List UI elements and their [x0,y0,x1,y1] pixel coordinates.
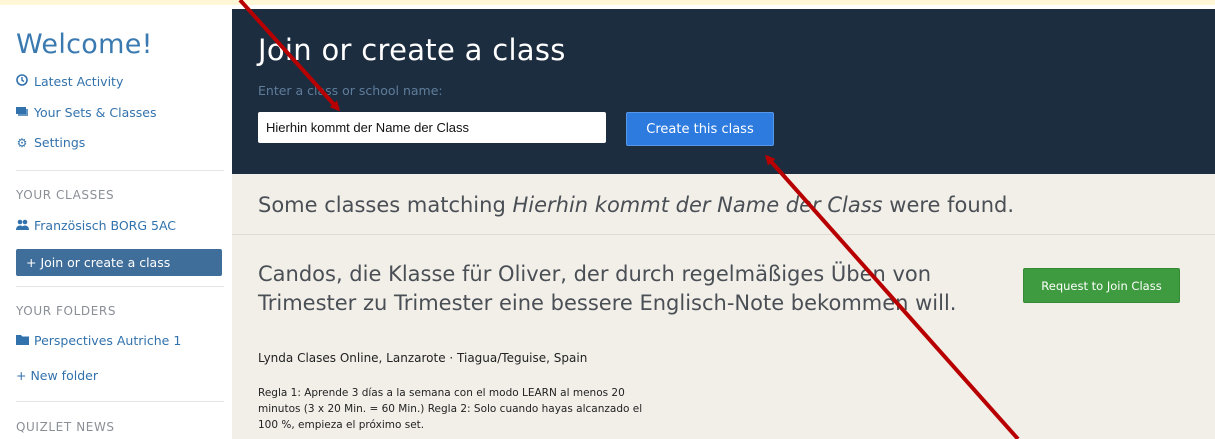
sidebar-item-join-create-class[interactable]: + Join or create a class [16,249,222,276]
sidebar-item-label: Settings [34,135,86,150]
your-classes-heading: YOUR CLASSES [16,188,115,202]
quizlet-news-heading: QUIZLET NEWS [16,420,115,434]
cards-icon [16,106,28,120]
clock-icon [16,74,28,89]
results-suffix: were found. [882,193,1015,217]
sidebar-item-sets-classes[interactable]: Your Sets & Classes [16,105,156,120]
sidebar-item-label: Your Sets & Classes [34,105,157,120]
class-result-school: Lynda Clases Online, Lanzarote · Tiagua/… [258,351,588,365]
sidebar-item-latest-activity[interactable]: Latest Activity [16,74,123,89]
search-results: Some classes matching Hierhin kommt der … [232,174,1215,439]
class-name-input[interactable] [258,112,606,143]
sidebar-divider [16,401,224,402]
sidebar-item-label: Latest Activity [34,74,124,89]
page-title: Join or create a class [258,33,566,67]
sidebar-item-label: Perspectives Autriche 1 [34,333,182,348]
gear-icon: ⚙ [16,135,28,150]
sidebar-item-settings[interactable]: ⚙ Settings [16,135,86,150]
new-folder-link[interactable]: + New folder [16,368,98,383]
create-class-button[interactable]: Create this class [626,112,774,146]
sidebar: Welcome! Latest Activity Your Sets & Cla… [0,5,232,439]
results-summary: Some classes matching Hierhin kommt der … [258,193,1014,217]
class-name-hint: Enter a class or school name: [258,83,443,98]
results-query: Hierhin kommt der Name der Class [512,193,883,217]
sidebar-item-label: Französisch BORG 5AC [34,218,177,233]
your-folders-heading: YOUR FOLDERS [16,304,117,318]
class-result-description: Regla 1: Aprende 3 días a la semana con … [258,387,643,431]
results-prefix: Some classes matching [258,193,513,217]
welcome-heading: Welcome! [16,29,153,60]
results-divider [232,234,1215,235]
sidebar-divider [16,286,224,287]
join-create-header: Join or create a class Enter a class or … [232,9,1215,174]
sidebar-divider [16,170,224,171]
request-join-button[interactable]: Request to Join Class [1023,268,1180,303]
class-result-title[interactable]: Candos, die Klasse für Oliver, der durch… [258,260,993,318]
folder-icon [16,334,29,348]
sidebar-item-class[interactable]: Französisch BORG 5AC [16,218,176,233]
sidebar-item-folder[interactable]: Perspectives Autriche 1 [16,333,181,348]
people-icon [16,219,29,233]
